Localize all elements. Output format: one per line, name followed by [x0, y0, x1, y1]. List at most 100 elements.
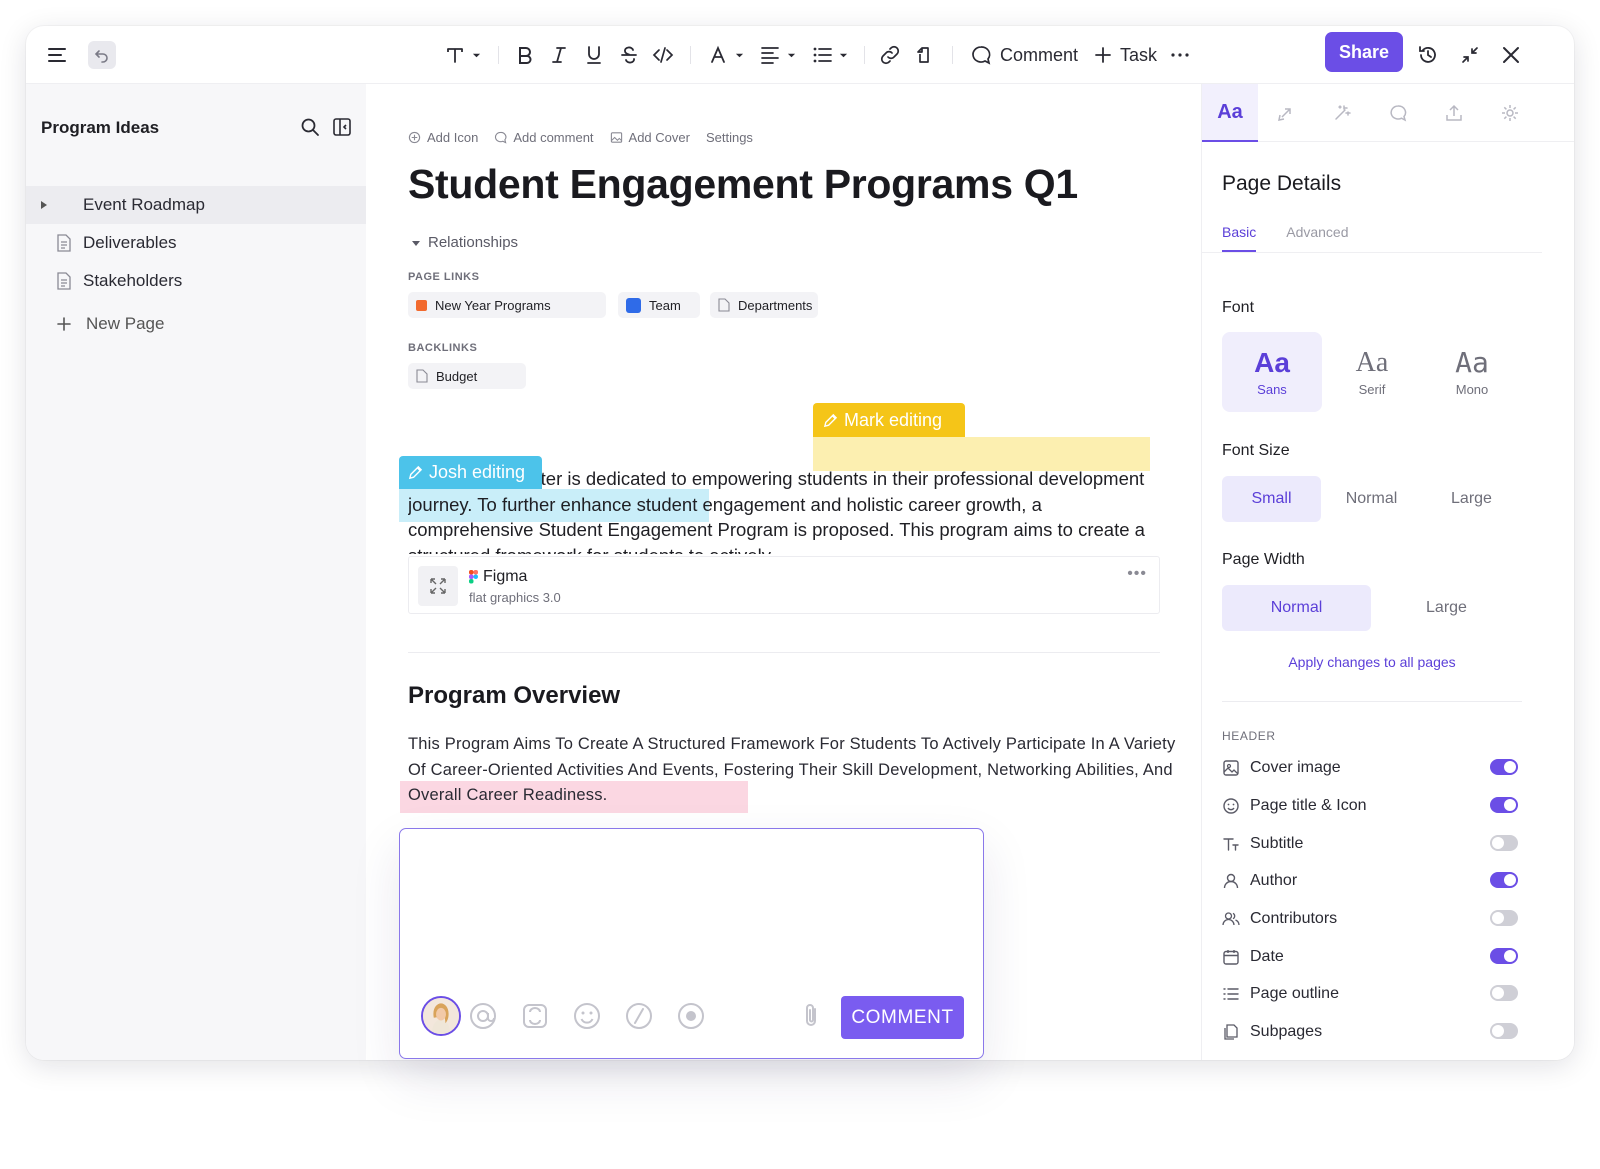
settings-action[interactable]: Settings [706, 130, 753, 145]
calendar-icon [1223, 950, 1239, 965]
tab-text-format[interactable]: Aa [1202, 84, 1258, 142]
rotate-icon[interactable] [913, 39, 937, 71]
josh-editing-tag: Josh editing [399, 456, 542, 489]
add-comment-action[interactable]: Add comment [494, 130, 594, 145]
date-toggle[interactable] [1490, 948, 1518, 964]
font-option-serif[interactable]: Aa Serif [1322, 332, 1422, 412]
page-link-team[interactable]: Team [618, 292, 700, 318]
italic-icon[interactable] [547, 39, 571, 71]
toggle-label: Page outline [1250, 985, 1339, 1002]
sidebar-toggle-icon[interactable] [331, 116, 353, 138]
page-width-large[interactable]: Large [1372, 585, 1521, 631]
attachment-icon[interactable] [796, 1001, 826, 1031]
cover-image-toggle[interactable] [1490, 759, 1518, 775]
emoji-icon[interactable] [572, 1001, 602, 1031]
task-label: Task [1120, 44, 1158, 65]
arrows-icon [1278, 108, 1291, 121]
plus-icon [1095, 47, 1111, 63]
subpages-toggle[interactable] [1490, 1023, 1518, 1039]
more-icon[interactable] [1168, 39, 1192, 71]
apply-all-pages-link[interactable]: Apply changes to all pages [1222, 654, 1522, 670]
page-title-toggle[interactable] [1490, 797, 1518, 813]
overview-paragraph[interactable]: This Program Aims To Create A Structured… [408, 732, 1178, 809]
page-outline-toggle[interactable] [1490, 985, 1518, 1001]
collapse-icon[interactable] [1458, 39, 1482, 71]
sidebar-item-stakeholders[interactable]: Stakeholders [26, 262, 366, 300]
add-cover-label: Add Cover [628, 130, 690, 145]
panel-title: Page Details [1222, 172, 1342, 195]
outline-icon [1223, 988, 1239, 1000]
menu-icon[interactable] [44, 39, 70, 71]
expand-icon[interactable] [418, 566, 458, 606]
mention-icon[interactable] [468, 1001, 498, 1031]
author-toggle[interactable] [1490, 872, 1518, 888]
document-icon [57, 234, 71, 252]
comment-box[interactable]: COMMENT [399, 828, 984, 1059]
underline-icon[interactable] [582, 39, 606, 71]
submit-comment-button[interactable]: COMMENT [841, 996, 964, 1039]
add-cover-action[interactable]: Add Cover [610, 130, 690, 145]
comment-button[interactable]: Comment [970, 39, 1080, 71]
font-size-large[interactable]: Large [1422, 476, 1521, 522]
orange-square-icon [416, 299, 427, 311]
new-page-label: New Page [86, 314, 165, 333]
tab-relations[interactable] [1258, 84, 1314, 142]
task-button[interactable]: Task [1092, 39, 1164, 71]
code-icon[interactable] [651, 39, 675, 71]
toggle-label: Cover image [1250, 759, 1341, 776]
font-option-sans[interactable]: Aa Sans [1222, 332, 1322, 412]
record-icon[interactable] [676, 1001, 706, 1031]
figma-title: Figma [469, 568, 527, 586]
font-size-normal[interactable]: Normal [1322, 476, 1421, 522]
font-label: Font [1222, 299, 1255, 316]
chevron-right-icon[interactable] [40, 200, 48, 210]
undo-icon[interactable] [88, 41, 116, 69]
history-icon[interactable] [1416, 39, 1440, 71]
tab-ai[interactable] [1314, 84, 1370, 142]
tab-comments[interactable] [1370, 84, 1426, 142]
backlink-budget[interactable]: Budget [408, 363, 526, 389]
font-sample: Aa [1355, 346, 1389, 378]
page-width-normal[interactable]: Normal [1222, 585, 1371, 631]
add-icon-action[interactable]: Add Icon [408, 130, 478, 145]
page-link-new-year-programs[interactable]: New Year Programs [408, 292, 606, 318]
assign-icon[interactable] [520, 1001, 550, 1031]
text-style-dropdown[interactable] [440, 39, 484, 71]
close-icon[interactable] [1499, 39, 1523, 71]
font-option-mono[interactable]: Aa Mono [1422, 332, 1522, 412]
link-icon[interactable] [878, 39, 902, 71]
align-dropdown[interactable] [756, 39, 798, 71]
page-links-heading: PAGE LINKS [408, 271, 480, 283]
section-heading[interactable]: Program Overview [408, 682, 620, 710]
bold-icon[interactable] [513, 39, 537, 71]
subtab-advanced[interactable]: Advanced [1286, 224, 1348, 252]
tab-settings[interactable] [1482, 84, 1538, 142]
tab-export[interactable] [1426, 84, 1482, 142]
toggle-row-subtitle: Subtitle [1222, 832, 1518, 856]
slash-command-icon[interactable] [624, 1001, 654, 1031]
subtab-basic[interactable]: Basic [1222, 224, 1257, 252]
page-title[interactable]: Student Engagement Programs Q1 [408, 161, 1078, 208]
strikethrough-icon[interactable] [617, 39, 641, 71]
font-color-dropdown[interactable] [704, 39, 746, 71]
contributors-toggle[interactable] [1490, 910, 1518, 926]
embed-more-icon[interactable]: ••• [1127, 565, 1147, 583]
users-icon [1222, 912, 1240, 926]
page-meta-actions: Add Icon Add comment Add Cover Settings [408, 130, 753, 145]
page-link-departments[interactable]: Departments [710, 292, 818, 318]
list-dropdown[interactable] [808, 39, 850, 71]
new-page-button[interactable]: New Page [26, 305, 366, 343]
toggle-row-date: Date [1222, 945, 1518, 969]
sidebar-item-event-roadmap[interactable]: Event Roadmap [26, 186, 366, 224]
toggle-row-cover-image: Cover image [1222, 756, 1518, 780]
image-icon [610, 132, 622, 143]
share-button[interactable]: Share [1325, 32, 1403, 72]
subtitle-toggle[interactable] [1490, 835, 1518, 851]
relationships-label: Relationships [428, 234, 519, 251]
search-icon[interactable] [299, 116, 321, 138]
figma-embed[interactable]: Figma flat graphics 3.0 ••• [408, 556, 1160, 614]
page-link-label: Departments [738, 297, 813, 313]
sidebar-item-deliverables[interactable]: Deliverables [26, 224, 366, 262]
font-size-small[interactable]: Small [1222, 476, 1321, 522]
relationships-toggle[interactable]: Relationships [412, 234, 518, 251]
